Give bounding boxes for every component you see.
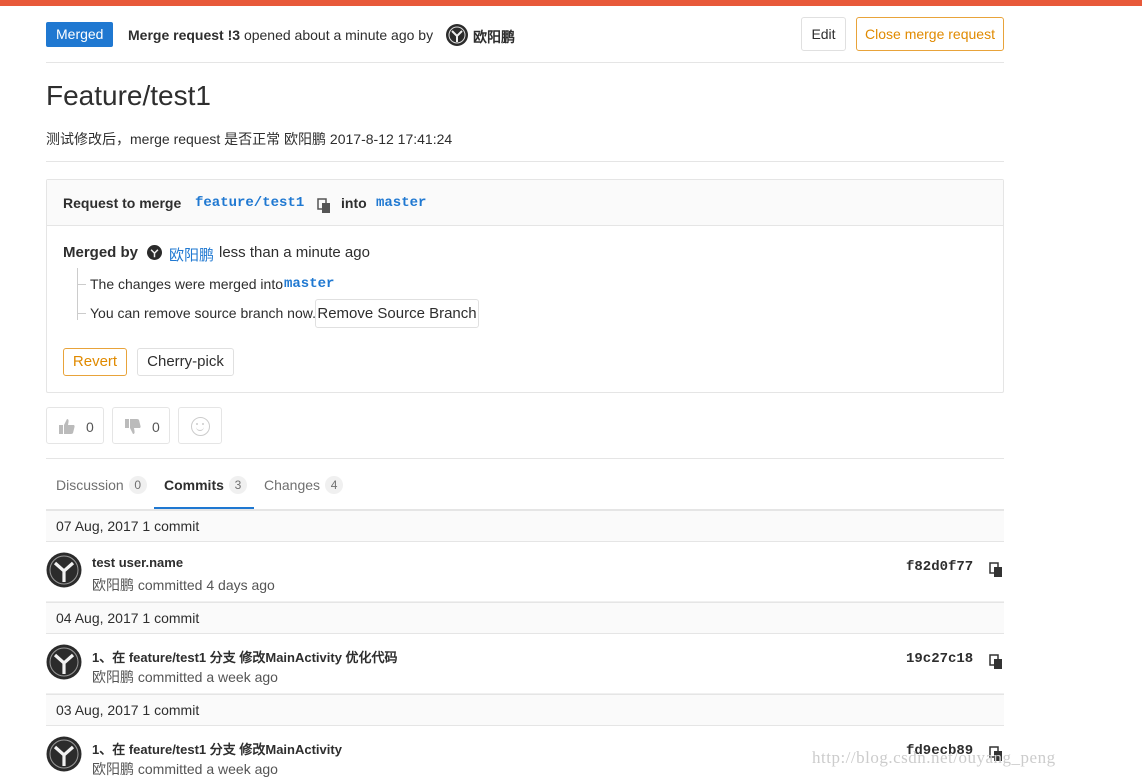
merged-time: less than a minute ago [219, 244, 370, 261]
commit-sha[interactable]: f82d0f77 [906, 559, 973, 575]
close-merge-request-button[interactable]: Close merge request [856, 17, 1004, 51]
commit-title[interactable]: 1、在 feature/test1 分支 修改MainActivity 优化代码 [92, 647, 398, 666]
commit-meta: 欧阳鹏 committed a week ago [92, 761, 278, 777]
mr-opened-info: Merge request !3 opened about a minute a… [128, 27, 433, 43]
watermark: http://blog.csdn.net/ouyang_peng [812, 748, 1056, 767]
commit-row[interactable]: test user.name 欧阳鹏 committed 4 days ago … [46, 542, 1004, 602]
author-avatar-icon[interactable] [446, 24, 468, 46]
tab-commits[interactable]: Commits 3 [164, 476, 247, 494]
tab-discussion[interactable]: Discussion 0 [56, 476, 147, 494]
merged-target-branch[interactable]: master [284, 276, 334, 292]
commit-day-label: 07 Aug, 2017 1 commit [56, 518, 200, 534]
tree-branch [78, 284, 86, 285]
merger-avatar-icon[interactable] [147, 245, 162, 260]
mr-description: 测试修改后，merge request 是否正常 欧阳鹏 2017-8-12 1… [46, 131, 453, 147]
committer-avatar-icon[interactable] [46, 736, 82, 772]
commit-row[interactable]: 1、在 feature/test1 分支 修改MainActivity 优化代码… [46, 634, 1004, 694]
merger-name[interactable]: 欧阳鹏 [169, 244, 214, 265]
add-reaction-button[interactable] [178, 407, 222, 444]
divider [46, 161, 1004, 162]
thumbs-up-award[interactable]: 0 [46, 407, 104, 444]
copy-sha-icon[interactable] [989, 654, 1003, 670]
commit-meta: 欧阳鹏 committed a week ago [92, 669, 278, 685]
thumbs-down-icon [125, 419, 141, 434]
revert-button[interactable]: Revert [63, 348, 127, 376]
commit-day-header: 04 Aug, 2017 1 commit [46, 602, 1004, 634]
tab-changes[interactable]: Changes 4 [264, 476, 344, 494]
edit-button[interactable]: Edit [801, 17, 846, 51]
page-title: Feature/test1 [46, 80, 211, 111]
tab-count-badge: 0 [128, 476, 147, 494]
into-label: into [341, 195, 367, 211]
merge-widget: Request to merge feature/test1 into mast… [46, 179, 1004, 393]
tab-count-badge: 4 [325, 476, 344, 494]
request-to-merge-label: Request to merge [63, 195, 182, 211]
remove-branch-text: You can remove source branch now. [90, 305, 316, 321]
author-name[interactable]: 欧阳鹏 [473, 27, 515, 47]
thumbs-up-icon [59, 419, 75, 434]
tab-count-badge: 3 [228, 476, 247, 494]
commit-day-label: 04 Aug, 2017 1 commit [56, 610, 200, 626]
mr-reference: Merge request !3 [128, 27, 241, 43]
thumbs-up-count: 0 [86, 419, 94, 435]
status-badge: Merged [46, 22, 114, 47]
commit-sha[interactable]: 19c27c18 [906, 651, 973, 667]
thumbs-down-count: 0 [152, 419, 160, 435]
thumbs-down-award[interactable]: 0 [112, 407, 170, 444]
merged-by-label: Merged by [63, 244, 139, 261]
changes-merged-text: The changes were merged into [90, 276, 283, 292]
commit-title[interactable]: test user.name [92, 555, 183, 570]
mr-opened-text: opened about a minute ago by [243, 27, 434, 43]
commit-day-header: 03 Aug, 2017 1 commit [46, 694, 1004, 726]
tree-branch [78, 313, 86, 314]
commit-meta: 欧阳鹏 committed 4 days ago [92, 577, 275, 593]
top-accent-bar [0, 0, 1142, 6]
mr-header: Merged Merge request !3 opened about a m… [46, 17, 1004, 63]
divider [46, 458, 1004, 459]
merge-widget-header: Request to merge feature/test1 into mast… [47, 180, 1003, 226]
commit-title[interactable]: 1、在 feature/test1 分支 修改MainActivity [92, 739, 342, 758]
cherry-pick-button[interactable]: Cherry-pick [137, 348, 234, 376]
commit-day-header: 07 Aug, 2017 1 commit [46, 510, 1004, 542]
target-branch-link[interactable]: master [376, 195, 426, 211]
remove-source-branch-button[interactable]: Remove Source Branch [315, 299, 479, 328]
copy-branch-icon[interactable] [317, 198, 331, 214]
committer-avatar-icon[interactable] [46, 552, 82, 588]
commit-day-label: 03 Aug, 2017 1 commit [56, 702, 200, 718]
committer-avatar-icon[interactable] [46, 644, 82, 680]
source-branch-link[interactable]: feature/test1 [195, 195, 304, 211]
smiley-icon [191, 417, 210, 436]
copy-sha-icon[interactable] [989, 562, 1003, 578]
